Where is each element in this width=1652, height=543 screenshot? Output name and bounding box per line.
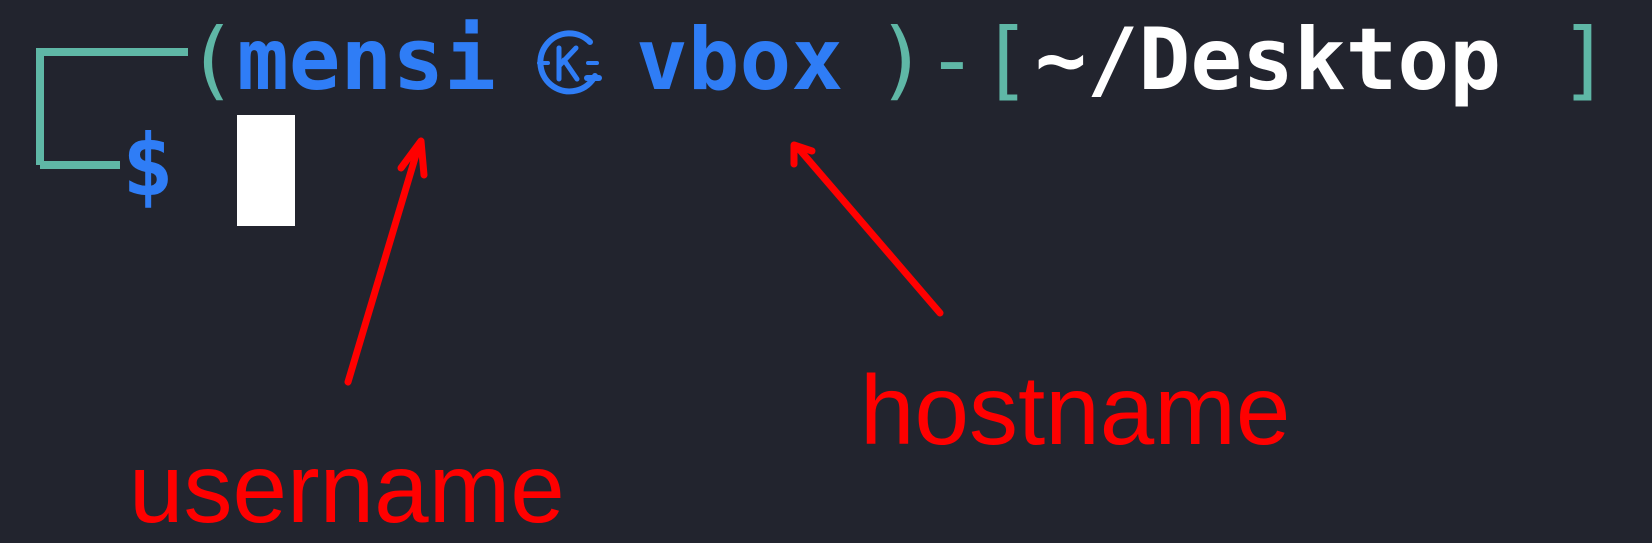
hostname-arrow-shaft bbox=[795, 145, 944, 317]
terminal-window[interactable]: ( mensi vbox ) - [ ~/Desktop ] $ usernam… bbox=[0, 0, 1652, 543]
hostname-annotation: hostname bbox=[860, 355, 1291, 465]
username-annotation: username bbox=[129, 433, 565, 543]
username-arrow-shaft bbox=[344, 144, 422, 386]
